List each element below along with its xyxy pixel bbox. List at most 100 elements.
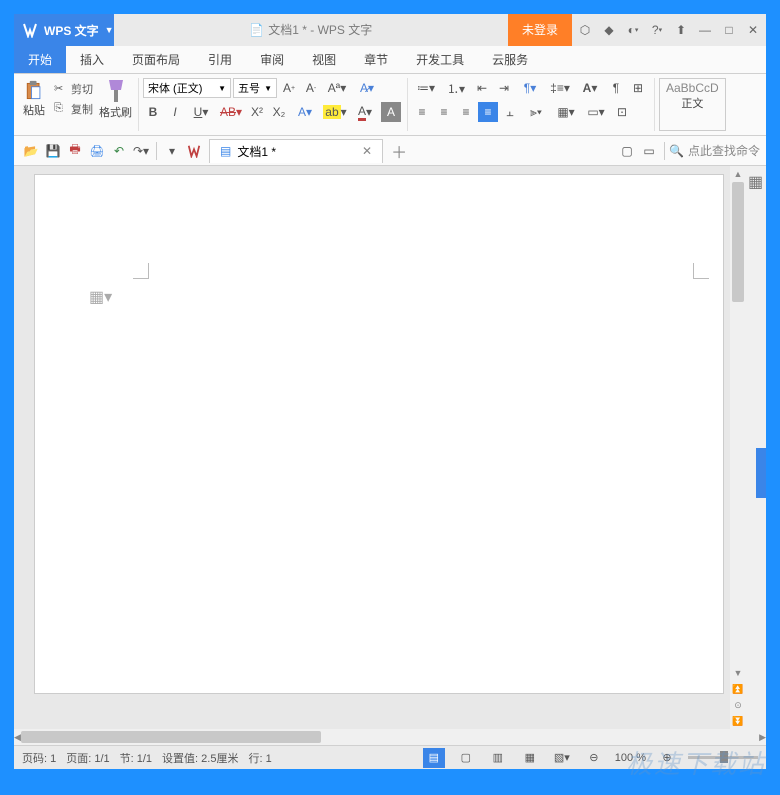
change-case-button[interactable]: Aª▾ [323, 78, 351, 98]
menu-tab-chapter[interactable]: 章节 [350, 46, 402, 73]
align-justify-button[interactable]: ≡ [478, 102, 498, 122]
save-button[interactable]: 💾 [42, 140, 64, 162]
status-page-of[interactable]: 页面: 1/1 [66, 750, 109, 766]
status-section[interactable]: 节: 1/1 [120, 750, 152, 766]
scroll-up-icon[interactable]: ▲ [730, 166, 746, 182]
menu-tab-start[interactable]: 开始 [14, 46, 66, 73]
print-preview-button[interactable]: 🖶 [64, 140, 86, 162]
character-shading-button[interactable]: A [381, 102, 401, 122]
wps-home-button[interactable] [183, 140, 205, 162]
maximize-icon[interactable]: □ [722, 23, 736, 37]
print-button[interactable]: 🖨 [86, 140, 108, 162]
borders-btn-top[interactable]: ⊞ [628, 78, 648, 98]
browse-object-icon[interactable]: ⊙ [730, 697, 746, 713]
status-page-num[interactable]: 页码: 1 [22, 750, 56, 766]
skin-icon[interactable]: ◐▾ [626, 23, 640, 37]
zoom-handle[interactable] [720, 751, 728, 763]
new-tab-button[interactable]: ＋ [391, 139, 407, 163]
open-button[interactable]: 📂 [20, 140, 42, 162]
align-right-button[interactable]: ≡ [456, 102, 476, 122]
shrink-font-button[interactable]: A- [301, 78, 321, 98]
side-panel-tab[interactable] [756, 448, 766, 498]
shading-button[interactable]: ▦▾ [552, 102, 580, 122]
align-center-button[interactable]: ≡ [434, 102, 454, 122]
document-area[interactable]: ▦▾ [14, 166, 730, 729]
status-line[interactable]: 行: 1 [248, 750, 271, 766]
menu-tab-insert[interactable]: 插入 [66, 46, 118, 73]
font-size-select[interactable]: 五号▼ [233, 78, 277, 98]
zoom-in-button[interactable]: ⊕ [656, 748, 678, 768]
text-direction-button[interactable]: ¶▾ [516, 78, 544, 98]
next-page-icon[interactable]: ⏬ [730, 713, 746, 729]
view-print-layout-button[interactable]: ▤ [423, 748, 445, 768]
align-left-button[interactable]: ≡ [412, 102, 432, 122]
clear-format-button[interactable]: A̷▾ [353, 78, 381, 98]
upload-icon[interactable]: ⬆ [674, 23, 688, 37]
view-web-button[interactable]: ▦ [519, 748, 541, 768]
help-icon[interactable]: ?▾ [650, 23, 664, 37]
document-page[interactable]: ▦▾ [34, 174, 724, 694]
document-tab[interactable]: ▤ 文档1 * ✕ [209, 139, 383, 163]
para-settings-button[interactable]: ⊡ [612, 102, 632, 122]
menu-tab-view[interactable]: 视图 [298, 46, 350, 73]
close-icon[interactable]: ✕ [746, 23, 760, 37]
scroll-track[interactable] [730, 182, 746, 665]
scroll-thumb-h[interactable] [21, 731, 321, 743]
hex-icon[interactable]: ⬡ [578, 23, 592, 37]
menu-tab-dev[interactable]: 开发工具 [402, 46, 478, 73]
doc-tab-close-icon[interactable]: ✕ [362, 144, 372, 158]
superscript-button[interactable]: X² [247, 102, 267, 122]
view-reading-button[interactable]: ▧▾ [551, 748, 573, 768]
page-action-icon[interactable]: ▦▾ [89, 287, 112, 307]
menu-tab-reference[interactable]: 引用 [194, 46, 246, 73]
zoom-slider[interactable] [688, 756, 758, 759]
line-spacing-button[interactable]: ‡≡▾ [546, 78, 574, 98]
prev-page-icon[interactable]: ⏫ [730, 681, 746, 697]
cloud-icon[interactable]: ◆ [602, 23, 616, 37]
zoom-value[interactable]: 100 % [615, 752, 646, 764]
scroll-thumb[interactable] [732, 182, 744, 302]
font-name-select[interactable]: 宋体 (正文)▼ [143, 78, 231, 98]
bullets-button[interactable]: ≔▾ [412, 78, 440, 98]
font-color-button[interactable]: A▾ [351, 102, 379, 122]
screen-button[interactable]: ▢ [616, 140, 638, 162]
view-fullscreen-button[interactable]: ▢ [455, 748, 477, 768]
scroll-track-h[interactable] [21, 729, 759, 745]
menu-tab-cloud[interactable]: 云服务 [478, 46, 542, 73]
borders-button[interactable]: ▭▾ [582, 102, 610, 122]
status-setting[interactable]: 设置值: 2.5厘米 [162, 750, 238, 766]
cut-button[interactable]: ✂剪切 [52, 80, 95, 98]
redo-button[interactable]: ↷▾ [130, 140, 152, 162]
highlight-button[interactable]: ab▾ [321, 102, 349, 122]
text-effect-button[interactable]: A▾ [291, 102, 319, 122]
view-outline-button[interactable]: ▥ [487, 748, 509, 768]
char-scale-button[interactable]: A▾ [576, 78, 604, 98]
app-dropdown-icon[interactable]: ▼ [105, 25, 114, 35]
indent-spacing-button[interactable]: ⫸▾ [522, 102, 550, 122]
strikethrough-button[interactable]: AB▾ [217, 102, 245, 122]
format-painter-button[interactable]: 格式刷 [99, 78, 132, 120]
minimize-icon[interactable]: — [698, 23, 712, 37]
paste-button[interactable]: 粘贴 [20, 80, 48, 118]
scroll-right-icon[interactable]: ▶ [759, 729, 766, 745]
show-marks-button[interactable]: ¶ [606, 78, 626, 98]
subscript-button[interactable]: X₂ [269, 102, 289, 122]
bold-button[interactable]: B [143, 102, 163, 122]
numbering-button[interactable]: ⒈▾ [442, 78, 470, 98]
underline-button[interactable]: U▾ [187, 102, 215, 122]
scroll-down-icon[interactable]: ▼ [730, 665, 746, 681]
italic-button[interactable]: I [165, 102, 185, 122]
style-normal[interactable]: AaBbCcD 正文 [659, 78, 726, 131]
horizontal-scrollbar[interactable]: ◀ ▶ [14, 729, 766, 745]
menu-tab-review[interactable]: 审阅 [246, 46, 298, 73]
scroll-left-icon[interactable]: ◀ [14, 729, 21, 745]
increase-indent-button[interactable]: ⇥ [494, 78, 514, 98]
minimize-ribbon-button[interactable]: ▭ [638, 140, 660, 162]
undo-button[interactable]: ↶ [108, 140, 130, 162]
copy-button[interactable]: ⎘复制 [52, 100, 95, 118]
search-command-input[interactable]: 🔍 点此查找命令 [669, 142, 760, 159]
vertical-scrollbar[interactable]: ▲ ▼ ⏫ ⊙ ⏬ [730, 166, 746, 729]
customize-qa-button[interactable]: ▾ [161, 140, 183, 162]
align-distribute-button[interactable]: ⫠ [500, 102, 520, 122]
login-button[interactable]: 未登录 [508, 14, 572, 46]
